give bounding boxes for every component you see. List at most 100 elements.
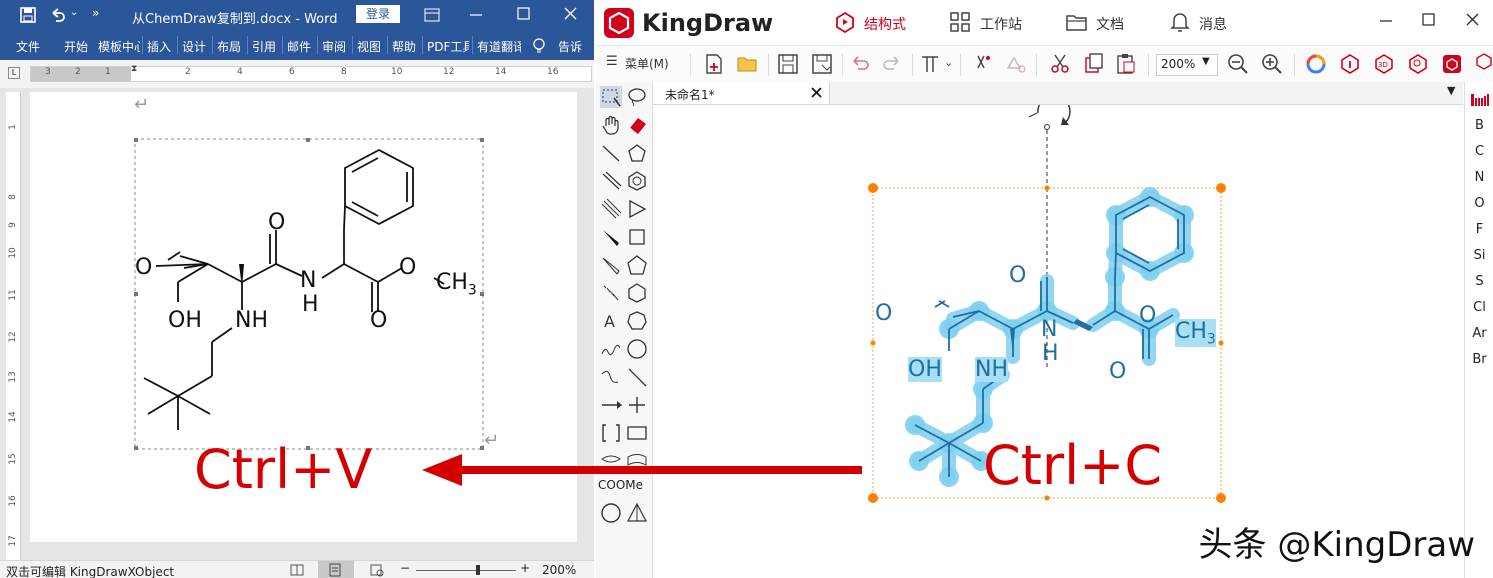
save-icon[interactable]	[20, 7, 36, 23]
tab-youdao[interactable]: 有道翻译	[477, 38, 521, 55]
pentagon-tool-icon[interactable]	[626, 254, 648, 276]
tab-file[interactable]: 文件	[16, 38, 40, 55]
element-s[interactable]: S	[1465, 274, 1493, 289]
periodic-table-icon[interactable]	[1471, 92, 1489, 106]
eraser-icon[interactable]	[626, 114, 648, 136]
align-dropdown-icon[interactable]: ⌄	[944, 56, 953, 69]
main-menu-button[interactable]: 菜单(M)	[625, 55, 669, 72]
triple-bond-icon[interactable]	[600, 198, 622, 220]
hexagon-ring-icon[interactable]	[626, 170, 648, 192]
menu-workstation[interactable]: 工作站	[980, 14, 1022, 34]
zoom-out-button[interactable]: −	[400, 561, 410, 575]
double-bond-icon[interactable]	[600, 170, 622, 192]
search-structure-icon[interactable]	[1406, 52, 1430, 76]
element-si[interactable]: Si	[1465, 248, 1493, 263]
hand-pan-icon[interactable]	[600, 114, 622, 136]
tell-me-search[interactable]: 告诉	[558, 38, 588, 55]
tab-design[interactable]: 设计	[182, 38, 206, 55]
name-to-structure-icon[interactable]	[1472, 52, 1493, 76]
hexagon-tool-icon[interactable]	[626, 282, 648, 304]
image-recognition-icon[interactable]	[1440, 52, 1464, 76]
zoom-out-icon[interactable]	[1226, 52, 1250, 76]
zoom-in-icon[interactable]	[1260, 52, 1284, 76]
canvas-sheet[interactable]: O O N H O O CH3 OH NH Ctrl+C	[653, 105, 1463, 578]
zoom-slider-thumb[interactable]	[476, 565, 480, 575]
menu-documents[interactable]: 文档	[1096, 14, 1124, 34]
element-f[interactable]: F	[1465, 222, 1493, 237]
element-n[interactable]: N	[1465, 170, 1493, 185]
tab-templates[interactable]: 模板中心	[98, 38, 140, 55]
single-bond-icon[interactable]	[600, 142, 622, 164]
menu-icon[interactable]: ☰	[606, 54, 618, 69]
minimize-icon[interactable]	[470, 14, 484, 17]
element-cl[interactable]: Cl	[1465, 300, 1493, 315]
undo-icon[interactable]	[848, 52, 872, 76]
undo-icon[interactable]	[50, 7, 66, 23]
tab-close-icon[interactable]	[811, 87, 823, 99]
circle-tool-icon[interactable]	[600, 502, 622, 524]
element-b[interactable]: B	[1465, 118, 1493, 133]
rect-select-icon[interactable]	[600, 86, 622, 108]
tab-layout[interactable]: 布局	[217, 38, 241, 55]
tab-help[interactable]: 帮助	[392, 38, 416, 55]
new-file-icon[interactable]	[702, 52, 726, 76]
tab-mailings[interactable]: 邮件	[287, 38, 311, 55]
element-o[interactable]: O	[1465, 196, 1493, 211]
close-icon[interactable]	[564, 7, 578, 21]
tab-list-dropdown-icon[interactable]: ▼	[1447, 84, 1455, 97]
zoom-in-button[interactable]: +	[520, 561, 530, 575]
tetrahedron-tool-icon[interactable]	[626, 502, 648, 524]
tab-view[interactable]: 视图	[357, 38, 381, 55]
wavy-bond-icon[interactable]	[600, 338, 622, 360]
redo-icon[interactable]	[880, 52, 904, 76]
menu-structure[interactable]: 结构式	[864, 14, 906, 34]
info-icon[interactable]	[1338, 52, 1362, 76]
tab-references[interactable]: 引用	[252, 38, 276, 55]
zoom-level[interactable]: 200%	[542, 563, 576, 577]
lasso-select-icon[interactable]	[626, 86, 648, 108]
vertical-ruler[interactable]: 1 8 9 10 11 12 13 14 15 16 17	[6, 92, 21, 562]
structure-icon[interactable]	[834, 11, 856, 33]
rectangle-tool-icon[interactable]	[626, 422, 648, 444]
pentagon-ring-icon[interactable]	[626, 142, 648, 164]
chain-tool-icon[interactable]	[600, 366, 622, 388]
document-folder-icon[interactable]	[1066, 12, 1088, 32]
line-tool-icon[interactable]	[626, 366, 648, 388]
menu-messages[interactable]: 消息	[1199, 14, 1227, 34]
horizontal-ruler[interactable]: 3 2 1 ⧗ 2 4 6 8 10 12 14 16	[30, 64, 592, 82]
element-br[interactable]: Br	[1465, 352, 1493, 367]
clean-structure-icon[interactable]	[970, 52, 994, 76]
close-icon[interactable]	[1466, 13, 1480, 27]
indent-marker[interactable]: ⧗	[131, 64, 137, 74]
tab-untitled-1[interactable]: 未命名1*	[653, 82, 830, 104]
octagon-ring-icon[interactable]	[626, 338, 648, 360]
login-button[interactable]: 登录	[356, 5, 400, 23]
maximize-icon[interactable]	[1422, 13, 1436, 27]
web-layout-icon[interactable]	[370, 563, 384, 577]
undo-dropdown-icon[interactable]: ⌄	[70, 7, 78, 18]
hollow-wedge-bond-icon[interactable]	[600, 254, 622, 276]
tab-home[interactable]: 开始	[64, 38, 88, 55]
brackets-tool-icon[interactable]	[600, 422, 622, 444]
minimize-icon[interactable]	[1380, 20, 1394, 23]
ribbon-display-icon[interactable]	[424, 7, 440, 23]
zoom-slider[interactable]	[416, 570, 516, 571]
lightbulb-icon[interactable]	[532, 38, 546, 54]
3d-view-icon[interactable]: 3D	[1372, 52, 1396, 76]
tab-stop-selector[interactable]: L	[8, 67, 20, 79]
maximize-icon[interactable]	[517, 7, 531, 21]
workstation-icon[interactable]	[950, 12, 970, 32]
tab-pdf-tools[interactable]: PDF工具	[427, 38, 469, 55]
bell-icon[interactable]	[1170, 11, 1190, 33]
open-folder-icon[interactable]	[736, 52, 760, 76]
wedge-bond-icon[interactable]	[600, 226, 622, 248]
heptagon-ring-icon[interactable]	[626, 310, 648, 332]
square-ring-icon[interactable]	[626, 226, 648, 248]
read-mode-icon[interactable]	[290, 563, 304, 577]
hash-bond-icon[interactable]	[600, 282, 622, 304]
atom-text-tool[interactable]: A	[604, 312, 615, 331]
element-c[interactable]: C	[1465, 144, 1493, 159]
more-commands-icon[interactable]: »	[92, 6, 99, 20]
triangle-ring-icon[interactable]	[626, 198, 648, 220]
save-as-icon[interactable]	[810, 52, 834, 76]
